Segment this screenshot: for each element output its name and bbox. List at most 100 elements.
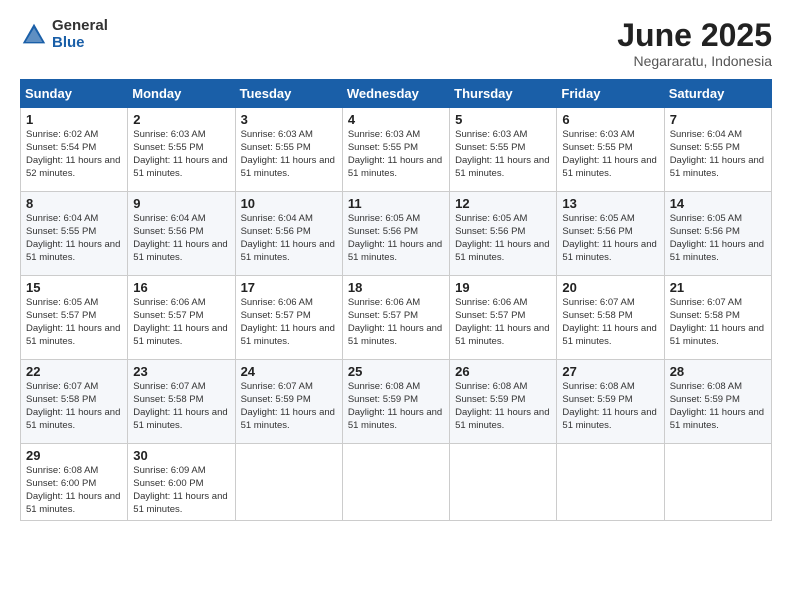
day-number: 18	[348, 280, 444, 295]
calendar-cell: 13 Sunrise: 6:05 AMSunset: 5:56 PMDayligh…	[557, 192, 664, 276]
day-number: 23	[133, 364, 229, 379]
month-title: June 2025	[617, 18, 772, 53]
day-info: Sunrise: 6:08 AMSunset: 5:59 PMDaylight:…	[562, 381, 658, 432]
day-info: Sunrise: 6:07 AMSunset: 5:58 PMDaylight:…	[562, 297, 658, 348]
calendar-cell: 8Sunrise: 6:04 AMSunset: 5:55 PMDaylight…	[21, 192, 128, 276]
day-number: 7	[670, 112, 766, 127]
calendar-cell: 4 Sunrise: 6:03 AMSunset: 5:55 PMDaylight…	[342, 108, 449, 192]
col-header-wednesday: Wednesday	[342, 80, 449, 108]
page: General Blue June 2025 Negararatu, Indon…	[0, 0, 792, 612]
calendar-week-3: 15 Sunrise: 6:05 AMSunset: 5:57 PMDayligh…	[21, 276, 772, 360]
day-info: Sunrise: 6:02 AMSunset: 5:54 PMDaylight:…	[26, 129, 122, 180]
day-number: 19	[455, 280, 551, 295]
calendar-header-row: SundayMondayTuesdayWednesdayThursdayFrid…	[21, 80, 772, 108]
day-number: 17	[241, 280, 337, 295]
logo: General Blue	[20, 18, 108, 51]
logo-blue-text: Blue	[52, 35, 108, 52]
day-info: Sunrise: 6:07 AMSunset: 5:58 PMDaylight:…	[26, 381, 122, 432]
calendar-cell: 24 Sunrise: 6:07 AMSunset: 5:59 PMDayligh…	[235, 360, 342, 444]
day-number: 9	[133, 196, 229, 211]
calendar-cell: 12 Sunrise: 6:05 AMSunset: 5:56 PMDayligh…	[450, 192, 557, 276]
calendar-cell: 26 Sunrise: 6:08 AMSunset: 5:59 PMDayligh…	[450, 360, 557, 444]
day-info: Sunrise: 6:03 AMSunset: 5:55 PMDaylight:…	[562, 129, 658, 180]
calendar-cell: 6 Sunrise: 6:03 AMSunset: 5:55 PMDaylight…	[557, 108, 664, 192]
calendar-cell: 22 Sunrise: 6:07 AMSunset: 5:58 PMDayligh…	[21, 360, 128, 444]
calendar-cell	[342, 444, 449, 521]
day-info: Sunrise: 6:05 AMSunset: 5:56 PMDaylight:…	[455, 213, 551, 264]
day-number: 6	[562, 112, 658, 127]
day-number: 26	[455, 364, 551, 379]
day-info: Sunrise: 6:04 AMSunset: 5:56 PMDaylight:…	[133, 213, 229, 264]
day-info: Sunrise: 6:07 AMSunset: 5:58 PMDaylight:…	[670, 297, 766, 348]
day-info: Sunrise: 6:05 AMSunset: 5:56 PMDaylight:…	[670, 213, 766, 264]
calendar-cell: 14 Sunrise: 6:05 AMSunset: 5:56 PMDayligh…	[664, 192, 771, 276]
calendar-cell: 23 Sunrise: 6:07 AMSunset: 5:58 PMDayligh…	[128, 360, 235, 444]
day-info: Sunrise: 6:03 AMSunset: 5:55 PMDaylight:…	[241, 129, 337, 180]
day-number: 14	[670, 196, 766, 211]
logo-general: General	[52, 18, 108, 35]
calendar-cell: 9 Sunrise: 6:04 AMSunset: 5:56 PMDaylight…	[128, 192, 235, 276]
day-number: 20	[562, 280, 658, 295]
col-header-thursday: Thursday	[450, 80, 557, 108]
day-number: 16	[133, 280, 229, 295]
calendar-cell: 3 Sunrise: 6:03 AMSunset: 5:55 PMDaylight…	[235, 108, 342, 192]
calendar-cell: 2 Sunrise: 6:03 AMSunset: 5:55 PMDaylight…	[128, 108, 235, 192]
day-number: 24	[241, 364, 337, 379]
day-info: Sunrise: 6:05 AMSunset: 5:57 PMDaylight:…	[26, 297, 122, 348]
calendar-cell: 29Sunrise: 6:08 AMSunset: 6:00 PMDayligh…	[21, 444, 128, 521]
col-header-monday: Monday	[128, 80, 235, 108]
day-number: 15	[26, 280, 122, 295]
col-header-sunday: Sunday	[21, 80, 128, 108]
calendar-cell: 30 Sunrise: 6:09 AMSunset: 6:00 PMDayligh…	[128, 444, 235, 521]
day-number: 10	[241, 196, 337, 211]
calendar-cell: 27 Sunrise: 6:08 AMSunset: 5:59 PMDayligh…	[557, 360, 664, 444]
calendar-cell: 19 Sunrise: 6:06 AMSunset: 5:57 PMDayligh…	[450, 276, 557, 360]
day-number: 4	[348, 112, 444, 127]
col-header-tuesday: Tuesday	[235, 80, 342, 108]
calendar-cell: 15 Sunrise: 6:05 AMSunset: 5:57 PMDayligh…	[21, 276, 128, 360]
day-info: Sunrise: 6:06 AMSunset: 5:57 PMDaylight:…	[133, 297, 229, 348]
col-header-friday: Friday	[557, 80, 664, 108]
day-info: Sunrise: 6:08 AMSunset: 5:59 PMDaylight:…	[670, 381, 766, 432]
logo-icon	[20, 21, 48, 49]
title-block: June 2025 Negararatu, Indonesia	[617, 18, 772, 69]
location: Negararatu, Indonesia	[617, 53, 772, 69]
day-info: Sunrise: 6:06 AMSunset: 5:57 PMDaylight:…	[455, 297, 551, 348]
day-info: Sunrise: 6:03 AMSunset: 5:55 PMDaylight:…	[133, 129, 229, 180]
calendar-cell: 5Sunrise: 6:03 AMSunset: 5:55 PMDaylight…	[450, 108, 557, 192]
day-number: 2	[133, 112, 229, 127]
calendar-cell: 20 Sunrise: 6:07 AMSunset: 5:58 PMDayligh…	[557, 276, 664, 360]
calendar-week-5: 29Sunrise: 6:08 AMSunset: 6:00 PMDayligh…	[21, 444, 772, 521]
day-info: Sunrise: 6:03 AMSunset: 5:55 PMDaylight:…	[455, 129, 551, 180]
day-info: Sunrise: 6:09 AMSunset: 6:00 PMDaylight:…	[133, 465, 229, 516]
day-info: Sunrise: 6:06 AMSunset: 5:57 PMDaylight:…	[241, 297, 337, 348]
day-info: Sunrise: 6:06 AMSunset: 5:57 PMDaylight:…	[348, 297, 444, 348]
day-info: Sunrise: 6:04 AMSunset: 5:55 PMDaylight:…	[26, 213, 122, 264]
day-number: 11	[348, 196, 444, 211]
calendar-cell	[235, 444, 342, 521]
day-number: 13	[562, 196, 658, 211]
day-info: Sunrise: 6:03 AMSunset: 5:55 PMDaylight:…	[348, 129, 444, 180]
day-number: 3	[241, 112, 337, 127]
day-info: Sunrise: 6:04 AMSunset: 5:55 PMDaylight:…	[670, 129, 766, 180]
calendar-cell: 18 Sunrise: 6:06 AMSunset: 5:57 PMDayligh…	[342, 276, 449, 360]
calendar-week-1: 1 Sunrise: 6:02 AMSunset: 5:54 PMDaylight…	[21, 108, 772, 192]
calendar-cell: 10 Sunrise: 6:04 AMSunset: 5:56 PMDayligh…	[235, 192, 342, 276]
calendar-cell: 1 Sunrise: 6:02 AMSunset: 5:54 PMDaylight…	[21, 108, 128, 192]
col-header-saturday: Saturday	[664, 80, 771, 108]
day-number: 27	[562, 364, 658, 379]
calendar-cell: 17 Sunrise: 6:06 AMSunset: 5:57 PMDayligh…	[235, 276, 342, 360]
day-info: Sunrise: 6:05 AMSunset: 5:56 PMDaylight:…	[562, 213, 658, 264]
day-info: Sunrise: 6:04 AMSunset: 5:56 PMDaylight:…	[241, 213, 337, 264]
day-number: 28	[670, 364, 766, 379]
day-info: Sunrise: 6:07 AMSunset: 5:58 PMDaylight:…	[133, 381, 229, 432]
calendar-cell: 16 Sunrise: 6:06 AMSunset: 5:57 PMDayligh…	[128, 276, 235, 360]
calendar-week-2: 8Sunrise: 6:04 AMSunset: 5:55 PMDaylight…	[21, 192, 772, 276]
day-info: Sunrise: 6:07 AMSunset: 5:59 PMDaylight:…	[241, 381, 337, 432]
day-number: 22	[26, 364, 122, 379]
day-info: Sunrise: 6:08 AMSunset: 6:00 PMDaylight:…	[26, 465, 122, 516]
day-number: 1	[26, 112, 122, 127]
day-number: 30	[133, 448, 229, 463]
day-info: Sunrise: 6:08 AMSunset: 5:59 PMDaylight:…	[455, 381, 551, 432]
day-number: 12	[455, 196, 551, 211]
